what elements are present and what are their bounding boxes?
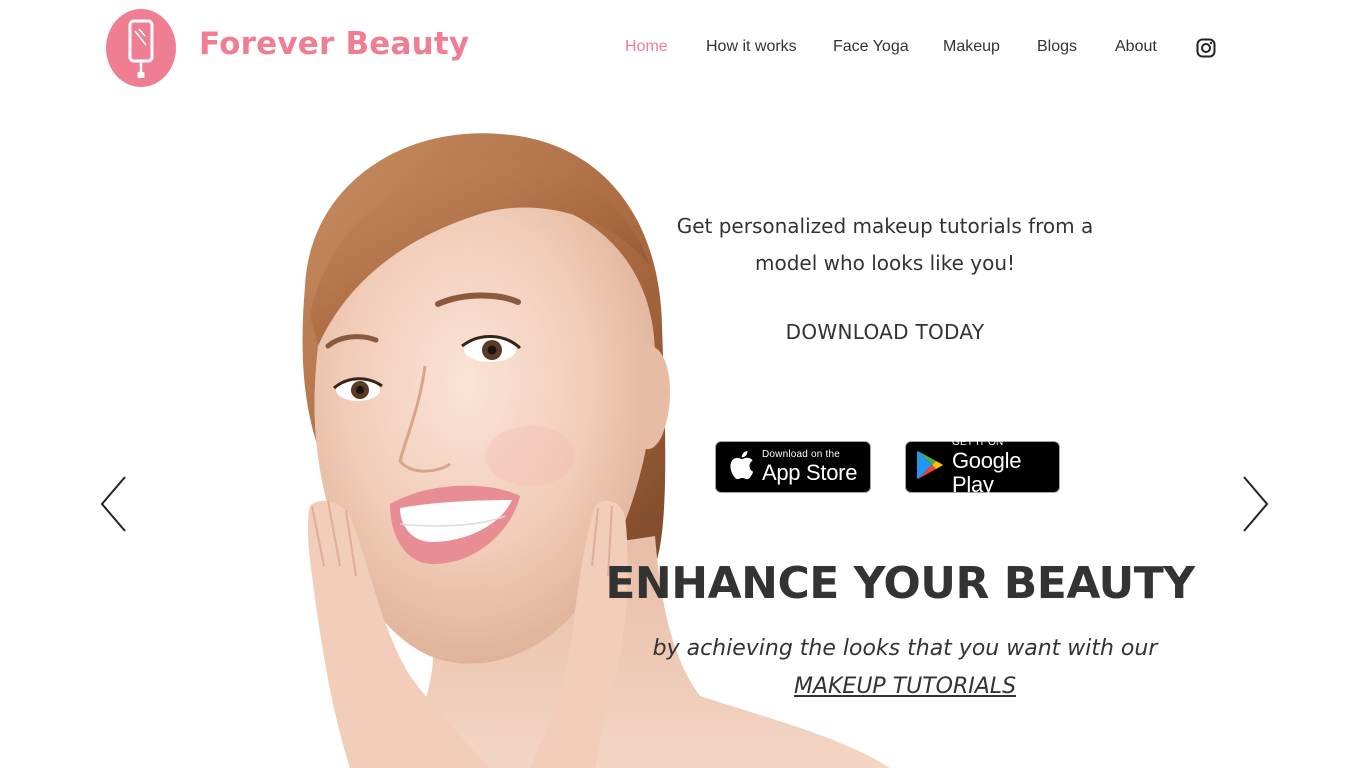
google-play-big-text: Google Play bbox=[952, 448, 1022, 497]
hero-tagline: Get personalized makeup tutorials from a… bbox=[660, 208, 1110, 282]
app-store-button[interactable]: Download on the App Store bbox=[715, 441, 871, 493]
hero-headline: ENHANCE YOUR BEAUTY bbox=[605, 558, 1195, 609]
nav-item-blogs[interactable]: Blogs bbox=[1037, 38, 1077, 56]
apple-icon bbox=[728, 450, 756, 485]
makeup-tutorials-link[interactable]: MAKEUP TUTORIALS bbox=[794, 674, 1016, 699]
hero-slideshow: Get personalized makeup tutorials from a… bbox=[0, 96, 1366, 768]
hero-subline: by achieving the looks that you want wit… bbox=[600, 630, 1210, 706]
google-play-icon bbox=[916, 450, 944, 485]
nav-item-about[interactable]: About bbox=[1115, 38, 1157, 56]
page: Forever Beauty Home How it works Face Yo… bbox=[0, 0, 1366, 768]
site-header: Forever Beauty Home How it works Face Yo… bbox=[0, 0, 1366, 96]
google-play-button[interactable]: GET IT ON Google Play bbox=[905, 437, 1060, 497]
hero-tagline-line2: model who looks like you! bbox=[754, 251, 1016, 275]
download-today-label: DOWNLOAD TODAY bbox=[785, 320, 985, 344]
chevron-right-icon[interactable] bbox=[1240, 474, 1270, 534]
nav-item-makeup[interactable]: Makeup bbox=[943, 38, 1000, 56]
phone-logo-icon[interactable] bbox=[106, 9, 176, 87]
nav-item-how-it-works[interactable]: How it works bbox=[706, 38, 797, 56]
hero-tagline-line1: Get personalized makeup tutorials from a bbox=[676, 214, 1094, 238]
hero-subline-text: by achieving the looks that you want wit… bbox=[652, 636, 1158, 661]
chevron-left-icon[interactable] bbox=[99, 474, 129, 534]
brand-name[interactable]: Forever Beauty bbox=[199, 26, 469, 62]
app-store-big-text: App Store bbox=[762, 460, 858, 485]
nav-item-face-yoga[interactable]: Face Yoga bbox=[833, 38, 909, 56]
nav-item-home[interactable]: Home bbox=[625, 38, 668, 56]
instagram-icon[interactable] bbox=[1196, 38, 1216, 58]
